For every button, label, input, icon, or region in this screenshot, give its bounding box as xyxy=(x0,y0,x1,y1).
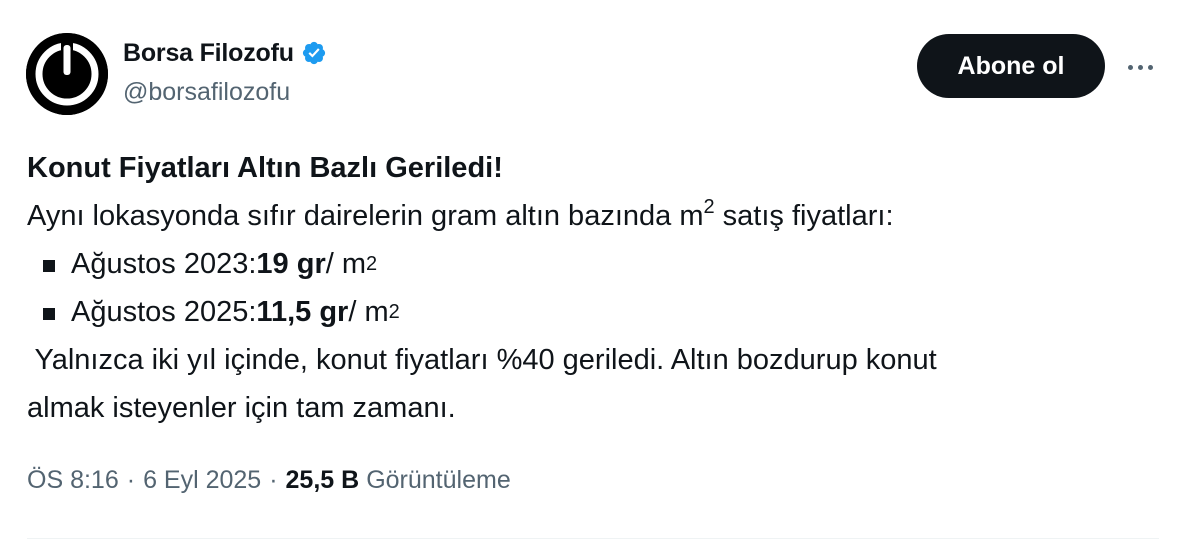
list-item: Ağustos 2025: 11,5 gr / m2 xyxy=(27,288,1167,336)
verified-badge-icon[interactable] xyxy=(301,40,327,66)
tweet-title: Konut Fiyatları Altın Bazlı Geriledi! xyxy=(27,152,503,184)
list-item-unit: / m xyxy=(325,248,367,280)
list-item: Ağustos 2023: 19 gr / m2 xyxy=(27,240,1167,288)
more-horizontal-icon-dot xyxy=(1137,64,1143,70)
author-name-row: Borsa Filozofu xyxy=(123,36,327,70)
list-item-label: Ağustos 2025: xyxy=(71,296,257,328)
list-item-label: Ağustos 2023: xyxy=(71,248,257,280)
bullet-square-icon xyxy=(43,308,55,320)
divider xyxy=(27,538,1159,539)
list-item-value: 11,5 gr xyxy=(256,296,349,328)
intro-text-end: satış fiyatları: xyxy=(714,200,894,232)
tweet: Borsa Filozofu @borsafilozofu Abone ol K… xyxy=(0,0,1194,550)
tweet-text: Konut Fiyatları Altın Bazlı Geriledi! Ay… xyxy=(27,144,1167,432)
more-horizontal-icon xyxy=(1127,64,1133,70)
follow-button[interactable]: Abone ol xyxy=(917,34,1105,98)
tweet-meta: ÖS 8:16 · 6 Eyl 2025 · 25,5 B Görüntülem… xyxy=(27,466,511,495)
tweet-body-line-2: almak isteyenler için tam zamanı. xyxy=(27,392,456,424)
list-item-value: 19 gr xyxy=(256,248,326,280)
meta-separator: · xyxy=(269,466,278,494)
intro-superscript: 2 xyxy=(703,196,715,218)
more-horizontal-icon-dot xyxy=(1147,64,1153,70)
intro-text: Aynı lokasyonda sıfır dairelerin gram al… xyxy=(27,200,704,232)
tweet-intro: Aynı lokasyonda sıfır dairelerin gram al… xyxy=(27,192,1167,240)
author-handle[interactable]: @borsafilozofu xyxy=(123,78,290,107)
tweet-time[interactable]: ÖS 8:16 xyxy=(27,466,119,495)
author-display-name[interactable]: Borsa Filozofu xyxy=(123,39,294,68)
meta-separator: · xyxy=(126,466,136,494)
tweet-date[interactable]: 6 Eyl 2025 xyxy=(143,466,261,495)
bullet-square-icon xyxy=(43,260,55,272)
tweet-body-line-1: Yalnızca iki yıl içinde, konut fiyatları… xyxy=(27,344,937,376)
list-item-unit: / m xyxy=(348,296,389,328)
more-options-button[interactable] xyxy=(1120,52,1160,82)
avatar[interactable] xyxy=(26,33,108,115)
views-count[interactable]: 25,5 B xyxy=(286,466,360,495)
views-label: Görüntüleme xyxy=(366,466,511,494)
power-button-icon xyxy=(26,33,108,115)
